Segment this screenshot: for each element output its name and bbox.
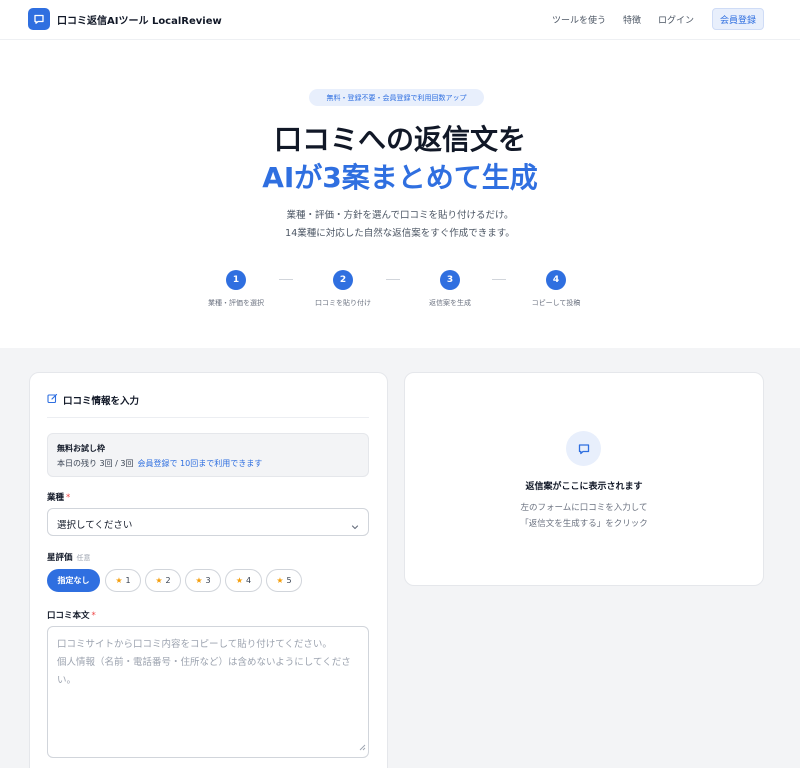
hero-description: 業種・評価・方針を選んで口コミを貼り付けるだけ。 14業種に対応した自然な返信案… [0,207,800,243]
review-label: 口コミ本文 * [47,609,96,621]
industry-select-value: 選択してください [57,520,133,531]
result-empty-desc: 左のフォームに口コミを入力して 「返信文を生成する」をクリック [404,500,764,532]
step-connector [279,279,293,280]
rating-label: 星評価 任意 [47,551,91,563]
optional-tag: 任意 [76,554,91,562]
step-label: コピーして投稿 [531,299,581,307]
step-1: 1 業種・評価を選択 [191,270,281,308]
step-label: 口コミを貼り付け [315,299,371,307]
industry-label-text: 業種 [47,493,65,503]
hero-title-line2: AIが3案まとめて生成 [262,161,538,194]
edit-icon [47,393,58,407]
trial-title: 無料お試し枠 [57,444,105,453]
rating-option-1[interactable]: ★ 1 [105,569,141,592]
hero-desc-line2: 14業種に対応した自然な返信案をすぐ作成できます。 [285,228,515,239]
chat-bubble-icon [566,431,601,466]
step-connector [492,279,506,280]
rating-option-5[interactable]: ★ 5 [266,569,302,592]
result-desc-line1: 左のフォームに口コミを入力して [520,503,648,513]
required-mark: * [66,493,71,503]
hero-title-line1: 口コミへの返信文を [273,123,526,156]
site-header: 口コミ返信AIツール LocalReview ツールを使う 特徴 ログイン 会員… [0,0,800,40]
rating-value: 5 [286,576,292,585]
rating-value: 4 [246,576,252,585]
star-icon: ★ [276,576,284,585]
review-placeholder: 口コミサイトから口コミ内容をコピーして貼り付けてください。 個人情報（名前・電話… [57,639,351,686]
step-2: 2 口コミを貼り付け [298,270,388,308]
step-connector [386,279,400,280]
star-icon: ★ [195,576,203,585]
trial-remaining-count: 本日の残り 3回 / 3回 [57,459,134,468]
review-label-text: 口コミ本文 [47,611,90,621]
card-title: 口コミ情報を入力 [47,393,139,407]
chevron-down-icon [350,517,360,536]
step-number: 4 [546,270,566,290]
trial-info-box: 無料お試し枠 本日の残り 3回 / 3回 会員登録で 10回まで利用できます [47,433,369,477]
result-empty-title: 返信案がここに表示されます [525,482,643,492]
industry-label: 業種 * [47,491,70,503]
step-3: 3 返信案を生成 [405,270,495,308]
nav-features[interactable]: 特徴 [623,13,641,26]
signup-link[interactable]: 会員登録で 10回まで利用できます [138,459,263,468]
required-mark: * [91,611,96,621]
rating-label-text: 星評価 [47,553,73,563]
rating-value: 1 [125,576,131,585]
industry-select[interactable]: 選択してください [47,508,369,536]
resize-handle-icon[interactable] [358,736,366,755]
chat-bubble-icon[interactable] [28,8,50,30]
step-number: 2 [333,270,353,290]
hero-desc-line1: 業種・評価・方針を選んで口コミを貼り付けるだけ。 [286,210,514,221]
nav-use-tool[interactable]: ツールを使う [552,13,606,26]
step-label: 業種・評価を選択 [208,299,264,307]
divider [47,417,369,418]
star-icon: ★ [115,576,123,585]
card-title-text: 口コミ情報を入力 [63,396,140,407]
nav-login[interactable]: ログイン [658,13,694,26]
star-icon: ★ [155,576,163,585]
app-name[interactable]: 口コミ返信AIツール LocalReview [57,12,222,27]
step-4: 4 コピーして投稿 [511,270,601,308]
rating-option-4[interactable]: ★ 4 [225,569,262,592]
step-number: 1 [226,270,246,290]
rating-value: 3 [205,576,211,585]
step-label: 返信案を生成 [429,299,471,307]
rating-option-2[interactable]: ★ 2 [145,569,181,592]
step-number: 3 [440,270,460,290]
hero-badge: 無料・登録不要・会員登録で利用回数アップ [309,89,484,106]
result-desc-line2: 「返信文を生成する」をクリック [520,519,648,529]
review-textarea[interactable]: 口コミサイトから口コミ内容をコピーして貼り付けてください。 個人情報（名前・電話… [47,626,369,758]
rating-option-3[interactable]: ★ 3 [185,569,221,592]
trial-remaining: 本日の残り 3回 / 3回 会員登録で 10回まで利用できます [57,458,262,469]
rating-value: 2 [165,576,171,585]
signup-button[interactable]: 会員登録 [712,8,764,30]
star-icon: ★ [235,576,244,585]
rating-option-none[interactable]: 指定なし [47,569,100,592]
